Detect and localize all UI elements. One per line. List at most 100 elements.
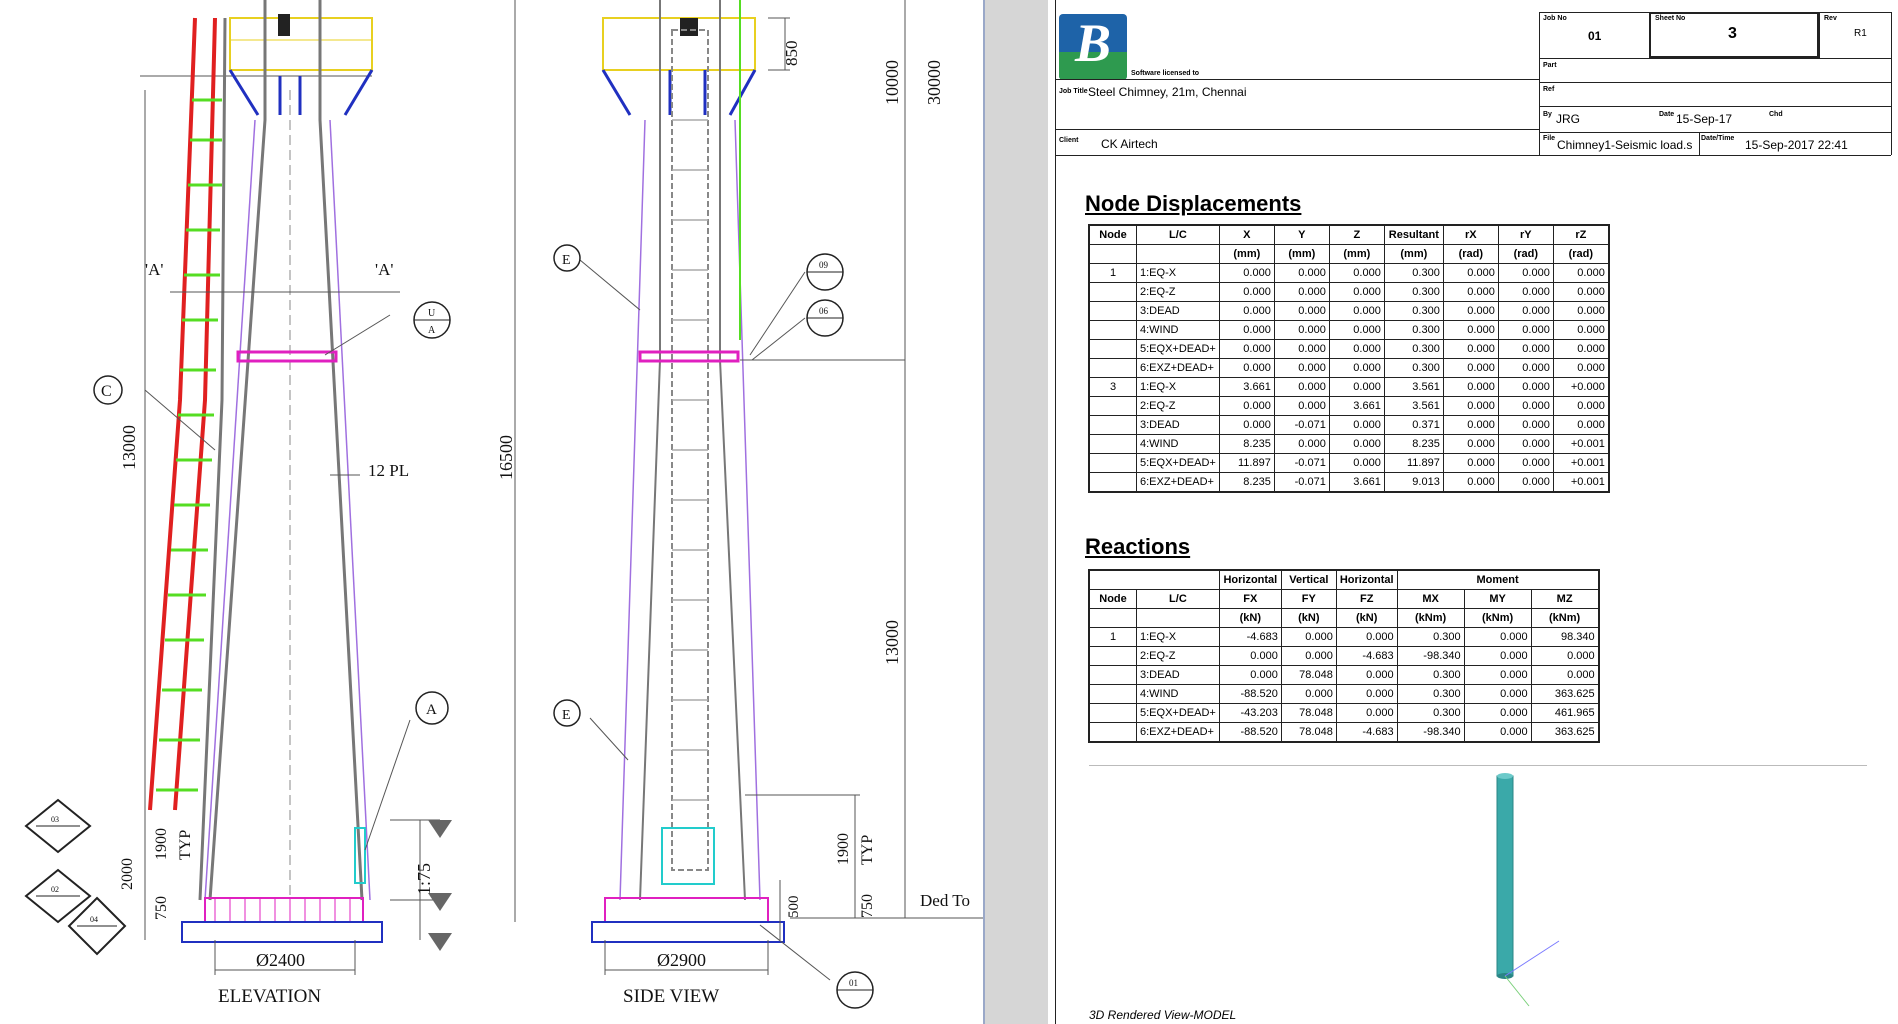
bubble-04: 04	[90, 915, 98, 924]
table-cell	[1088, 453, 1137, 473]
dim-30000: 30000	[924, 60, 944, 105]
table-cell: 1	[1088, 627, 1137, 647]
table-cell: 0.000	[1552, 415, 1610, 435]
dim-500: 500	[786, 896, 802, 919]
by-label: By	[1543, 111, 1552, 118]
table-cell: 0.000	[1442, 377, 1499, 397]
report-page[interactable]: B Software licensed to Job Title Steel C…	[1048, 0, 1898, 1024]
dim-13000-right: 13000	[882, 620, 902, 665]
column-unit: (kNm)	[1463, 608, 1532, 628]
table-cell: 0.000	[1218, 263, 1275, 283]
table-cell: 3.561	[1383, 396, 1444, 416]
section-a-right: 'A'	[375, 260, 393, 279]
dim-850: 850	[782, 41, 801, 67]
table-cell: 8.235	[1383, 434, 1444, 454]
column-header: FX	[1218, 589, 1282, 609]
table-cell	[1088, 415, 1137, 435]
job-title-label: Job Title	[1059, 88, 1088, 95]
model-render	[1496, 773, 1560, 1007]
dim-10000: 10000	[882, 60, 902, 105]
node-displacements-table: Node L/C X Y Z Resultant rX rY rZ (mm) (mm) (mm) (mm…	[1088, 224, 1610, 493]
table-cell: -88.520	[1218, 684, 1282, 704]
column-header: MY	[1463, 589, 1532, 609]
datetime-label: Date/Time	[1701, 135, 1735, 142]
reactions-table: Horizontal Vertical Horizontal Moment Node L/…	[1088, 569, 1600, 743]
job-title: Steel Chimney, 21m, Chennai	[1088, 85, 1247, 99]
table-row: 2:EQ-Z 0.000 0.000 3.661 3.561 0.000 0.000 0.00…	[1088, 396, 1610, 416]
table-cell	[1088, 472, 1137, 493]
table-row: 4:WIND 0.000 0.000 0.000 0.300 0.000 0.000 0.00…	[1088, 320, 1610, 340]
table-cell: 8.235	[1218, 434, 1275, 454]
table-row: 3:DEAD 0.000 0.000 0.000 0.300 0.000 0.000 0.00…	[1088, 301, 1610, 321]
table-cell: 0.000	[1442, 320, 1499, 340]
pane-divider	[985, 0, 1048, 1024]
table-cell: -0.071	[1273, 415, 1330, 435]
table-cell: 98.340	[1530, 627, 1600, 647]
table-cell: 0.000	[1328, 339, 1385, 359]
group-header: Horizontal	[1335, 569, 1398, 590]
table-cell: 0.300	[1383, 358, 1444, 378]
client-label: Client	[1059, 137, 1079, 144]
table-cell: 0.000	[1497, 320, 1554, 340]
table-cell	[1088, 396, 1137, 416]
reactions-title: Reactions	[1085, 534, 1191, 559]
sheet-no: 3	[1728, 25, 1737, 42]
rendered-view[interactable]	[1089, 765, 1867, 1011]
date-label: Date	[1659, 111, 1675, 118]
table-cell: +0.001	[1552, 434, 1610, 454]
table-cell: 0.000	[1497, 453, 1554, 473]
table-cell: +0.001	[1552, 472, 1610, 493]
table-cell: 2:EQ-Z	[1136, 282, 1220, 302]
column-unit: (mm)	[1383, 244, 1444, 264]
table-cell: 0.000	[1552, 396, 1610, 416]
plate-note: 12 PL	[368, 461, 409, 480]
blank-cell	[1089, 570, 1219, 590]
column-unit	[1088, 244, 1137, 264]
table-cell	[1088, 282, 1137, 302]
logo: B	[1059, 14, 1127, 80]
table-row: 1 1:EQ-X 0.000 0.000 0.000 0.300 0.000 0.000 0.0…	[1088, 263, 1610, 283]
table-row: 6:EXZ+DEAD+ 8.235 -0.071 3.661 9.013 0.000 0.0…	[1088, 472, 1610, 493]
table-cell: 0.000	[1328, 415, 1385, 435]
column-unit: (kN)	[1280, 608, 1337, 628]
table-cell: 3.661	[1328, 396, 1385, 416]
table-cell: 0.000	[1328, 282, 1385, 302]
table-cell: -98.340	[1396, 722, 1465, 743]
table-cell: 0.300	[1383, 301, 1444, 321]
units-row: (mm) (mm) (mm) (mm) (rad) (rad) (rad)	[1088, 244, 1610, 264]
column-unit: (rad)	[1552, 244, 1610, 264]
dim-1900-right: 1900	[835, 833, 852, 865]
table-cell: 0.000	[1218, 301, 1275, 321]
report-header: B Software licensed to Job Title Steel C…	[1056, 12, 1892, 157]
table-cell: 8.235	[1218, 472, 1275, 493]
cad-drawing-pane[interactable]: 13000 1900 TYP 2000 750 1:75 12 PL 'A' '…	[0, 0, 985, 1024]
table-row: 2:EQ-Z 0.000 0.000 0.000 0.300 0.000 0.000 0.00…	[1088, 282, 1610, 302]
table-cell: 0.000	[1273, 282, 1330, 302]
table-cell: -0.071	[1273, 472, 1330, 493]
table-cell: 0.000	[1328, 358, 1385, 378]
table-cell: 0.000	[1335, 703, 1398, 723]
table-cell: -4.683	[1218, 627, 1282, 647]
group-header: Horizontal	[1218, 569, 1282, 590]
table-cell: 0.000	[1218, 320, 1275, 340]
column-header: X	[1218, 224, 1275, 245]
table-cell: 0.300	[1396, 665, 1465, 685]
header-row: Node L/C FX FY FZ MX MY MZ	[1088, 589, 1600, 609]
table-row: 5:EQX+DEAD+ 0.000 0.000 0.000 0.300 0.000 0.00…	[1088, 339, 1610, 359]
render-caption: 3D Rendered View-MODEL	[1089, 1008, 1237, 1022]
table-cell: 0.000	[1497, 415, 1554, 435]
table-row: 4:WIND -88.520 0.000 0.000 0.300 0.000 363.625	[1088, 684, 1600, 704]
table-cell: 1:EQ-X	[1136, 377, 1220, 397]
table-row: 3:DEAD 0.000 -0.071 0.000 0.371 0.000 0.000 0.0…	[1088, 415, 1610, 435]
column-unit: (mm)	[1273, 244, 1330, 264]
table-cell: 0.000	[1273, 358, 1330, 378]
table-cell: 0.000	[1335, 627, 1398, 647]
table-cell: 78.048	[1280, 722, 1337, 743]
table-cell: 0.000	[1530, 665, 1600, 685]
group-header: Vertical	[1280, 569, 1337, 590]
dim-typ-left: TYP	[177, 830, 194, 860]
label-c: C	[101, 383, 112, 400]
table-cell: 0.000	[1552, 301, 1610, 321]
bubble-03: 03	[51, 815, 59, 824]
table-cell: 0.000	[1497, 396, 1554, 416]
